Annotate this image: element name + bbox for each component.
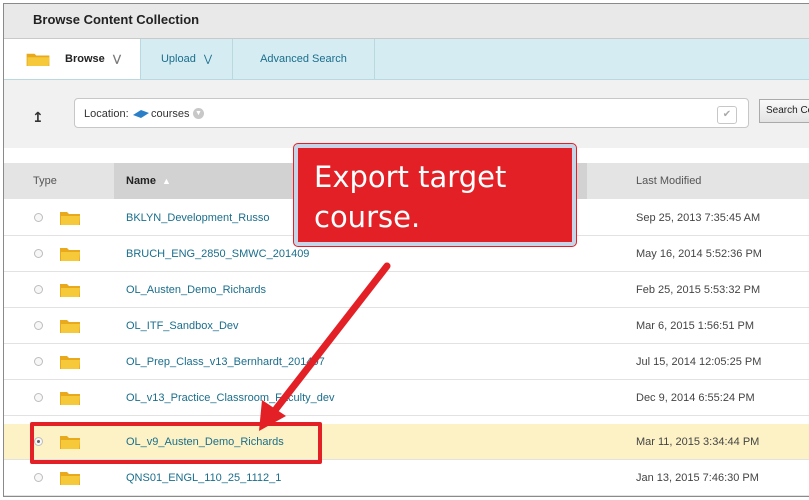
location-toolbar: ↥ Location: courses ▼ ✔ Search Co — [4, 80, 809, 148]
row-item-name[interactable]: QNS01_ENGL_110_25_1112_1 — [126, 472, 281, 484]
folder-icon — [60, 472, 80, 485]
folder-icon — [26, 53, 50, 66]
row-select-radio[interactable] — [34, 473, 43, 482]
folder-icon — [60, 356, 80, 369]
tab-browse-label: Browse — [65, 53, 105, 65]
row-item-name[interactable]: OL_Prep_Class_v13_Bernhardt_201407 — [126, 356, 325, 368]
sort-ascending-icon: ▲ — [162, 176, 171, 186]
chevron-down-icon: ⋁ — [112, 53, 122, 65]
browse-content-window: Browse Content Collection Browse ⋁ Uploa… — [3, 3, 809, 497]
annotation-highlight-box — [30, 422, 322, 464]
row-last-modified: Jan 13, 2015 7:46:30 PM — [636, 472, 759, 484]
column-header-type[interactable]: Type — [33, 175, 57, 187]
row-select-radio[interactable] — [34, 285, 43, 294]
tab-bar: Browse ⋁ Upload ⋁ Advanced Search — [4, 39, 809, 80]
annotation-text: Export target course. — [314, 160, 507, 234]
row-select-radio[interactable] — [34, 249, 43, 258]
table-row[interactable]: OL_ITF_Sandbox_Dev Mar 6, 2015 1:56:51 PM — [4, 308, 809, 344]
row-last-modified: Mar 11, 2015 3:34:44 PM — [636, 436, 760, 448]
column-header-name-label: Name — [126, 175, 156, 187]
table-row[interactable]: OL_v13_Practice_Classroom_Faculty_dev Dec… — [4, 380, 809, 416]
title-bar: Browse Content Collection — [4, 4, 809, 39]
row-item-name[interactable]: OL_v13_Practice_Classroom_Faculty_dev — [126, 392, 335, 404]
window-title: Browse Content Collection — [33, 12, 200, 27]
row-last-modified: Sep 25, 2013 7:35:45 AM — [636, 212, 761, 224]
row-last-modified: Mar 6, 2015 1:56:51 PM — [636, 320, 755, 332]
row-last-modified: Dec 9, 2014 6:55:24 PM — [636, 392, 755, 404]
tab-advanced-search[interactable]: Advanced Search — [233, 39, 375, 79]
tab-upload[interactable]: Upload ⋁ — [141, 39, 233, 79]
folder-icon — [60, 392, 80, 405]
table-row[interactable]: OL_Prep_Class_v13_Bernhardt_201407 Jul 15… — [4, 344, 809, 380]
search-content-button[interactable]: Search Co — [759, 99, 809, 123]
tab-advanced-search-label: Advanced Search — [260, 53, 347, 65]
courses-icon — [133, 110, 149, 118]
row-last-modified: Feb 25, 2015 5:53:32 PM — [636, 284, 761, 296]
row-item-name[interactable]: OL_ITF_Sandbox_Dev — [126, 320, 239, 332]
row-item-name[interactable]: BRUCH_ENG_2850_SMWC_201409 — [126, 248, 309, 260]
column-header-last-modified[interactable]: Last Modified — [636, 175, 701, 187]
row-select-radio[interactable] — [34, 357, 43, 366]
chevron-down-icon[interactable]: ▼ — [193, 108, 204, 119]
folder-icon — [60, 212, 80, 225]
folder-icon — [60, 284, 80, 297]
checkmark-icon[interactable]: ✔ — [717, 106, 737, 124]
row-item-name[interactable]: OL_Austen_Demo_Richards — [126, 284, 266, 296]
tab-upload-label: Upload — [160, 53, 196, 65]
row-select-radio[interactable] — [34, 321, 43, 330]
annotation-callout: Export target course. — [294, 144, 576, 246]
folder-icon — [60, 248, 80, 261]
chevron-down-icon: ⋁ — [203, 53, 213, 65]
up-level-icon[interactable]: ↥ — [32, 109, 44, 126]
row-last-modified: Jul 15, 2014 12:05:25 PM — [636, 356, 762, 368]
row-select-radio[interactable] — [34, 393, 43, 402]
table-row[interactable]: OL_Austen_Demo_Richards Feb 25, 2015 5:53… — [4, 272, 809, 308]
location-field[interactable]: Location: courses ▼ — [74, 98, 749, 128]
row-item-name[interactable]: BKLYN_Development_Russo — [126, 212, 269, 224]
row-select-radio[interactable] — [34, 213, 43, 222]
location-label: Location: — [84, 108, 129, 120]
row-last-modified: May 16, 2014 5:52:36 PM — [636, 248, 762, 260]
location-path[interactable]: courses — [151, 108, 190, 120]
table-row[interactable]: QNS01_ENGL_110_25_1112_1 Jan 13, 2015 7:4… — [4, 460, 809, 496]
folder-icon — [60, 320, 80, 333]
tab-browse[interactable]: Browse ⋁ — [4, 39, 141, 79]
